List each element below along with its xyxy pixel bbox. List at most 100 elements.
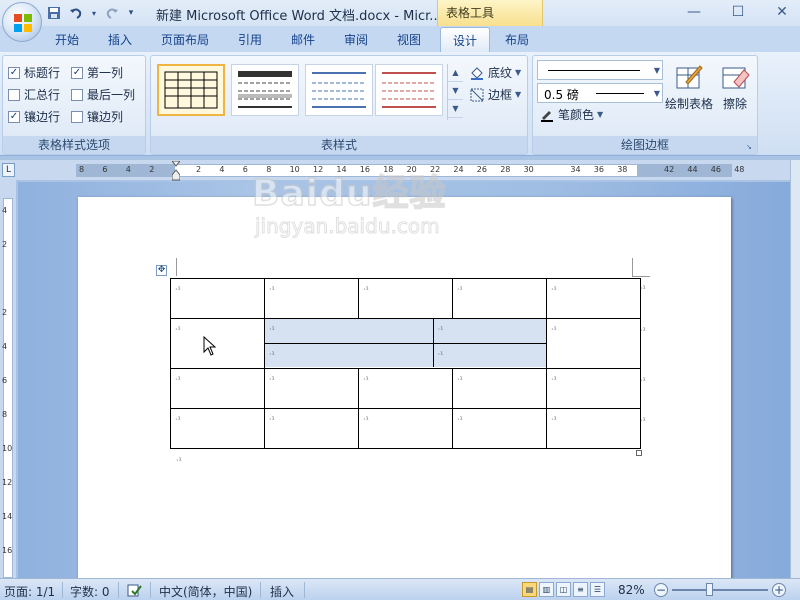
vertical-scrollbar[interactable] [790, 160, 800, 578]
office-button[interactable] [2, 2, 42, 42]
table-resize-handle[interactable] [636, 450, 642, 456]
table-cell[interactable]: ·¹ [546, 278, 641, 319]
table-cell[interactable]: ·¹ [452, 278, 547, 319]
eraser-button[interactable]: 擦除 [715, 62, 755, 112]
pen-color-button[interactable]: 笔颜色 ▼ [539, 106, 603, 123]
table-cell-split[interactable]: ·¹ ·¹ ·¹ ·¹ [264, 318, 547, 369]
table-cell[interactable]: ·¹ [452, 408, 547, 449]
redo-icon[interactable] [104, 5, 120, 21]
borders-button[interactable]: 边框 ▼ [469, 86, 521, 103]
header-row-checkbox[interactable]: ✓ 标题行 [8, 64, 60, 81]
table-style-gray[interactable] [231, 64, 299, 116]
last-column-checkbox[interactable]: 最后一列 [71, 86, 135, 103]
draw-table-button[interactable]: 绘制表格 [665, 62, 713, 112]
customize-qat-icon[interactable]: ▾ [126, 5, 136, 21]
divider [118, 582, 119, 598]
cell-end-mark: ·¹ [269, 325, 275, 334]
total-row-checkbox[interactable]: 汇总行 [8, 86, 60, 103]
print-layout-view-icon[interactable]: ▤ [522, 582, 537, 597]
close-button[interactable]: ✕ [770, 3, 794, 21]
maximize-button[interactable]: ☐ [726, 3, 750, 21]
table-cell[interactable]: ·¹ [358, 368, 453, 409]
table-cell[interactable]: ·¹ [546, 408, 641, 449]
minimize-button[interactable]: — [682, 3, 706, 21]
style-gallery-scroll[interactable]: ▲ ▼ ▼ [447, 64, 463, 120]
zoom-out-button[interactable]: − [654, 583, 668, 597]
cell-end-mark: ·¹ [175, 415, 181, 424]
vruler-number: 2 [2, 308, 8, 317]
table-row: ·¹ ·¹ [265, 319, 546, 344]
web-layout-view-icon[interactable]: ◫ [556, 582, 571, 597]
table-style-grid-selected[interactable] [157, 64, 225, 116]
quick-access-toolbar: ▾ ▾ [46, 4, 136, 22]
table-cell[interactable]: ·¹ [546, 368, 641, 409]
banded-columns-checkbox[interactable]: 镶边列 [71, 108, 123, 125]
language-indicator[interactable]: 中文(简体，中国) [159, 583, 252, 600]
outline-view-icon[interactable]: ≡ [573, 582, 588, 597]
word-count[interactable]: 字数: 0 [70, 583, 110, 600]
table-move-handle-icon[interactable]: ✥ [156, 265, 167, 276]
cell-end-mark: ·¹ [269, 375, 275, 384]
tab-mailings[interactable]: 邮件 [291, 31, 315, 48]
proofing-icon[interactable] [126, 582, 142, 598]
zoom-slider-track[interactable] [672, 589, 768, 591]
zoom-slider-thumb[interactable] [706, 583, 713, 596]
selected-cell[interactable]: ·¹ [433, 343, 546, 367]
dialog-launcher-icon[interactable]: ↘ [746, 143, 754, 151]
vertical-ruler[interactable]: 4 2 2 4 6 8 10 12 14 16 [0, 180, 16, 578]
table-cell[interactable]: ·¹ [170, 368, 265, 409]
shading-label: 底纹 [488, 66, 513, 80]
table-style-blue[interactable] [305, 64, 373, 116]
insert-mode[interactable]: 插入 [270, 583, 294, 600]
tab-references[interactable]: 引用 [238, 31, 262, 48]
table-cell[interactable]: ·¹ [170, 278, 265, 319]
crop-mark [632, 258, 633, 276]
selected-cell[interactable]: ·¹ [433, 319, 546, 344]
undo-dropdown-icon[interactable]: ▾ [90, 5, 98, 21]
vertical-ruler-body [3, 198, 13, 578]
table-cell[interactable]: ·¹ [264, 278, 359, 319]
page-count[interactable]: 页面: 1/1 [4, 583, 55, 600]
table-cell[interactable]: ·¹ [358, 278, 453, 319]
gallery-more-icon[interactable]: ▼ [448, 100, 463, 118]
table-cell[interactable]: ·¹ [452, 368, 547, 409]
full-screen-reading-view-icon[interactable]: ▥ [539, 582, 554, 597]
first-column-checkbox[interactable]: ✓ 第一列 [71, 64, 123, 81]
tab-home[interactable]: 开始 [55, 31, 79, 48]
line-style-combo[interactable]: ▼ [537, 60, 663, 80]
zoom-level[interactable]: 82% [618, 583, 645, 597]
zoom-in-button[interactable]: + [772, 583, 786, 597]
shading-button[interactable]: 底纹 ▼ [469, 64, 521, 81]
cell-end-mark: ·¹ [175, 325, 181, 334]
chevron-down-icon: ▼ [515, 68, 522, 77]
paragraph-mark: ·¹ [176, 456, 182, 465]
table-cell[interactable]: ·¹ [546, 318, 641, 369]
tab-view[interactable]: 视图 [397, 31, 421, 48]
selected-cell[interactable]: ·¹ [265, 343, 434, 367]
table-style-red[interactable] [375, 64, 443, 116]
save-icon[interactable] [46, 5, 62, 21]
line-weight-combo[interactable]: 0.5 磅 ▼ [537, 83, 663, 103]
table-cell[interactable]: ·¹ [264, 408, 359, 449]
undo-icon[interactable] [68, 5, 84, 21]
tab-page-layout[interactable]: 页面布局 [161, 31, 209, 48]
tab-selector-icon[interactable]: L [2, 163, 15, 177]
gallery-up-icon[interactable]: ▲ [448, 64, 463, 82]
document-table[interactable]: ·¹ ·¹ ·¹ ·¹ ·¹ ·¹ ·¹ ·¹ ·¹ ·¹ ·¹ ·¹ ·¹ ·… [170, 278, 641, 449]
table-row: ·¹ ·¹ [265, 343, 546, 367]
indent-marker-icon[interactable] [170, 160, 182, 181]
draft-view-icon[interactable]: ☰ [590, 582, 605, 597]
selected-cell[interactable]: ·¹ [265, 319, 434, 344]
banded-rows-checkbox[interactable]: ✓ 镶边行 [8, 108, 60, 125]
ruler-number: 44 [687, 165, 698, 174]
vruler-number: 8 [2, 410, 8, 419]
table-cell[interactable]: ·¹ [358, 408, 453, 449]
tab-insert[interactable]: 插入 [108, 31, 132, 48]
table-cell[interactable]: ·¹ [170, 408, 265, 449]
table-cell[interactable]: ·¹ [264, 368, 359, 409]
table-cell[interactable]: ·¹ [170, 318, 265, 369]
tab-layout[interactable]: 布局 [505, 31, 529, 48]
tab-design[interactable]: 设计 [440, 27, 491, 53]
tab-review[interactable]: 审阅 [344, 31, 368, 48]
gallery-down-icon[interactable]: ▼ [448, 82, 463, 100]
